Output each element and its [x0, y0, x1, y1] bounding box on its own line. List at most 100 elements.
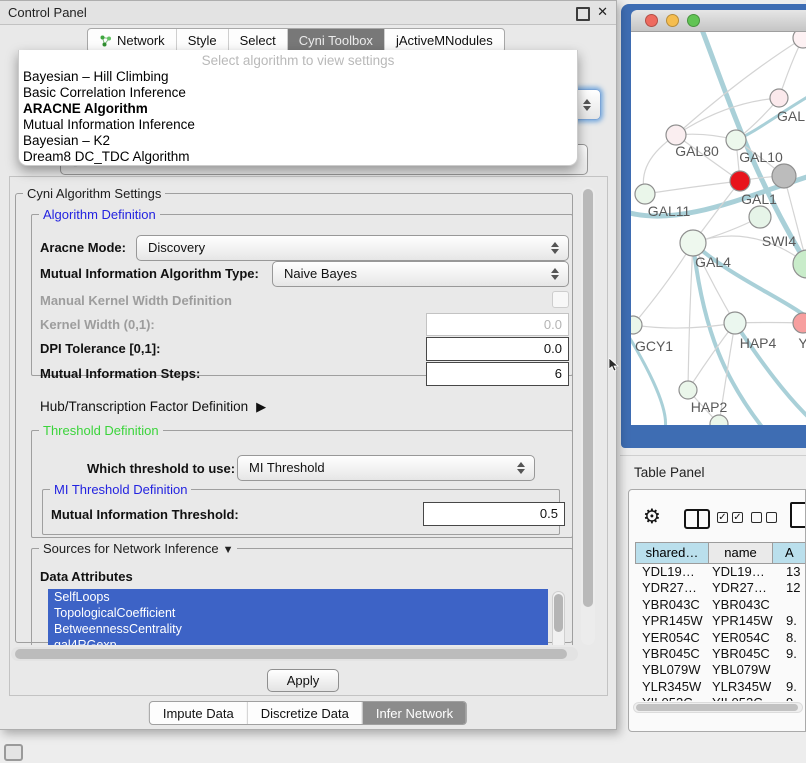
- network-node-gal1[interactable]: [730, 171, 750, 191]
- algorithm-option-mutual-information-inference[interactable]: Mutual Information Inference: [19, 117, 577, 133]
- algorithm-option-bayesian-hill-climbing[interactable]: Bayesian – Hill Climbing: [19, 69, 577, 85]
- mi-steps-field[interactable]: 6: [426, 362, 569, 386]
- node-label-gcy1: GCY1: [635, 338, 673, 354]
- collapsed-panel-icon[interactable]: [4, 744, 23, 761]
- network-node-gal10[interactable]: [726, 130, 746, 150]
- table-horizontal-scrollbar[interactable]: [633, 702, 803, 713]
- tab-infer-network[interactable]: Infer Network: [362, 702, 466, 724]
- data-attribute-item[interactable]: SelfLoops: [48, 589, 548, 605]
- sources-title: Sources for Network Inference: [43, 541, 219, 556]
- close-icon[interactable]: ✕: [597, 4, 608, 20]
- network-window-titlebar[interactable]: [631, 10, 806, 32]
- manual-kernel-label: Manual Kernel Width Definition: [40, 293, 232, 308]
- network-node-hap4[interactable]: [724, 312, 746, 334]
- scrollbar-thumb[interactable]: [554, 594, 563, 632]
- apply-button[interactable]: Apply: [267, 669, 339, 692]
- network-node[interactable]: [793, 32, 806, 48]
- tab-cyni-toolbox[interactable]: Cyni Toolbox: [287, 29, 384, 52]
- hub-definition-expander[interactable]: Hub/Transcription Factor Definition▶: [40, 399, 266, 415]
- stepper-arrows-icon: [517, 456, 528, 480]
- expand-arrow-icon[interactable]: ▶: [256, 399, 266, 415]
- network-node-swi4[interactable]: [749, 206, 771, 228]
- kernel-width-label: Kernel Width (0,1):: [40, 317, 155, 332]
- settings-vertical-scrollbar[interactable]: [581, 187, 595, 645]
- stepper-arrows-icon: [551, 262, 562, 286]
- settings-horizontal-scrollbar[interactable]: [11, 647, 578, 661]
- table-row[interactable]: YER054CYER054C8.: [635, 630, 805, 646]
- scrollbar-thumb[interactable]: [15, 649, 567, 659]
- float-window-icon[interactable]: [576, 7, 590, 21]
- data-attributes-list[interactable]: SelfLoopsTopologicalCoefficientBetweenne…: [48, 589, 548, 645]
- table-row[interactable]: YPR145WYPR145W9.: [635, 613, 805, 629]
- tab-select[interactable]: Select: [228, 29, 287, 52]
- network-node-gal80[interactable]: [666, 125, 686, 145]
- aracne-mode-value: Discovery: [148, 240, 205, 255]
- mi-algorithm-combo[interactable]: Naive Bayes: [272, 261, 569, 287]
- minimize-traffic-light-icon[interactable]: [666, 14, 679, 27]
- zoom-traffic-light-icon[interactable]: [687, 14, 700, 27]
- group-title: Cyni Algorithm Settings: [23, 186, 165, 201]
- table-row[interactable]: YLR345WYLR345W9.: [635, 679, 805, 695]
- close-traffic-light-icon[interactable]: [645, 14, 658, 27]
- column-header-shared[interactable]: shared…: [635, 542, 709, 564]
- data-attributes-label: Data Attributes: [40, 569, 133, 584]
- attributes-scrollbar[interactable]: [552, 591, 565, 645]
- table-row[interactable]: YBL079WYBL079W: [635, 662, 805, 678]
- data-attribute-item[interactable]: BetweennessCentrality: [48, 621, 548, 637]
- aracne-mode-combo[interactable]: Discovery: [136, 235, 569, 261]
- network-node-gal4[interactable]: [680, 230, 706, 256]
- new-table-icon[interactable]: [790, 502, 806, 528]
- tab-discretize-data[interactable]: Discretize Data: [247, 702, 362, 724]
- scrollbar-thumb[interactable]: [583, 189, 593, 607]
- table-row[interactable]: YBR045CYBR045C9.: [635, 646, 805, 662]
- scrollbar-thumb[interactable]: [636, 704, 798, 711]
- network-node-y[interactable]: [793, 313, 806, 333]
- algorithm-option-dream8-dc-tdc-algorithm[interactable]: Dream8 DC_TDC Algorithm: [19, 149, 577, 165]
- tab-label: jActiveMNodules: [396, 33, 493, 48]
- window-title: Control Panel: [8, 5, 87, 20]
- node-label-gal11: GAL11: [648, 203, 691, 219]
- table-row[interactable]: YDL19…YDL19…13: [635, 564, 805, 580]
- stepper-arrows-icon: [551, 236, 562, 260]
- checked-boxes-icon[interactable]: ✓ ✓: [717, 512, 743, 523]
- split-columns-icon[interactable]: [684, 509, 710, 529]
- network-canvas[interactable]: GALGAL80GAL10GAL1GAL11SWI4GAL4GCY1HAP4YH…: [631, 32, 806, 425]
- network-node-gcy1[interactable]: [631, 316, 642, 334]
- table-row[interactable]: YBR043CYBR043C: [635, 597, 805, 613]
- table-row[interactable]: YIL052CYIL052C9: [635, 695, 805, 701]
- kernel-width-field[interactable]: 0.0: [426, 313, 569, 336]
- column-header-a[interactable]: A: [772, 542, 806, 564]
- which-threshold-combo[interactable]: MI Threshold: [237, 455, 535, 481]
- mi-threshold-field[interactable]: 0.5: [423, 502, 565, 526]
- network-node-gal11[interactable]: [635, 184, 655, 204]
- algorithm-option-aracne-algorithm[interactable]: ARACNE Algorithm: [19, 101, 577, 117]
- algorithm-option-basic-correlation-inference[interactable]: Basic Correlation Inference: [19, 85, 577, 101]
- data-attribute-item[interactable]: TopologicalCoefficient: [48, 605, 548, 621]
- mouse-cursor: [609, 358, 619, 372]
- network-node-hap2[interactable]: [679, 381, 697, 399]
- checkbox-empty-icon: [766, 512, 777, 523]
- gear-icon[interactable]: ⚙: [643, 504, 661, 529]
- tab-label: Style: [188, 33, 217, 48]
- algorithm-option-bayesian-k2[interactable]: Bayesian – K2: [19, 133, 577, 149]
- mi-algorithm-value: Naive Bayes: [284, 266, 357, 281]
- network-node[interactable]: [772, 164, 796, 188]
- data-attribute-item[interactable]: gal4RGexp: [48, 637, 548, 645]
- column-header-name[interactable]: name: [708, 542, 773, 564]
- collapse-arrow-icon[interactable]: ▼: [223, 544, 234, 556]
- network-node[interactable]: [793, 250, 806, 278]
- node-label-y: Y: [798, 335, 806, 351]
- node-label-hap4: HAP4: [740, 335, 777, 351]
- network-node-gal[interactable]: [770, 89, 788, 107]
- dpi-tolerance-label: DPI Tolerance [0,1]:: [40, 341, 160, 356]
- table-row[interactable]: YDR27…YDR27…12: [635, 580, 805, 596]
- tab-style[interactable]: Style: [176, 29, 228, 52]
- unchecked-boxes-icon[interactable]: [751, 512, 777, 523]
- group-title: MI Threshold Definition: [50, 482, 191, 497]
- table-cell: 9.: [774, 679, 805, 695]
- tab-network[interactable]: Network: [88, 29, 176, 52]
- dpi-tolerance-field[interactable]: 0.0: [426, 337, 569, 361]
- manual-kernel-checkbox[interactable]: [552, 291, 569, 308]
- tab-impute-data[interactable]: Impute Data: [150, 702, 247, 724]
- tab-jactivemnodules[interactable]: jActiveMNodules: [384, 29, 504, 52]
